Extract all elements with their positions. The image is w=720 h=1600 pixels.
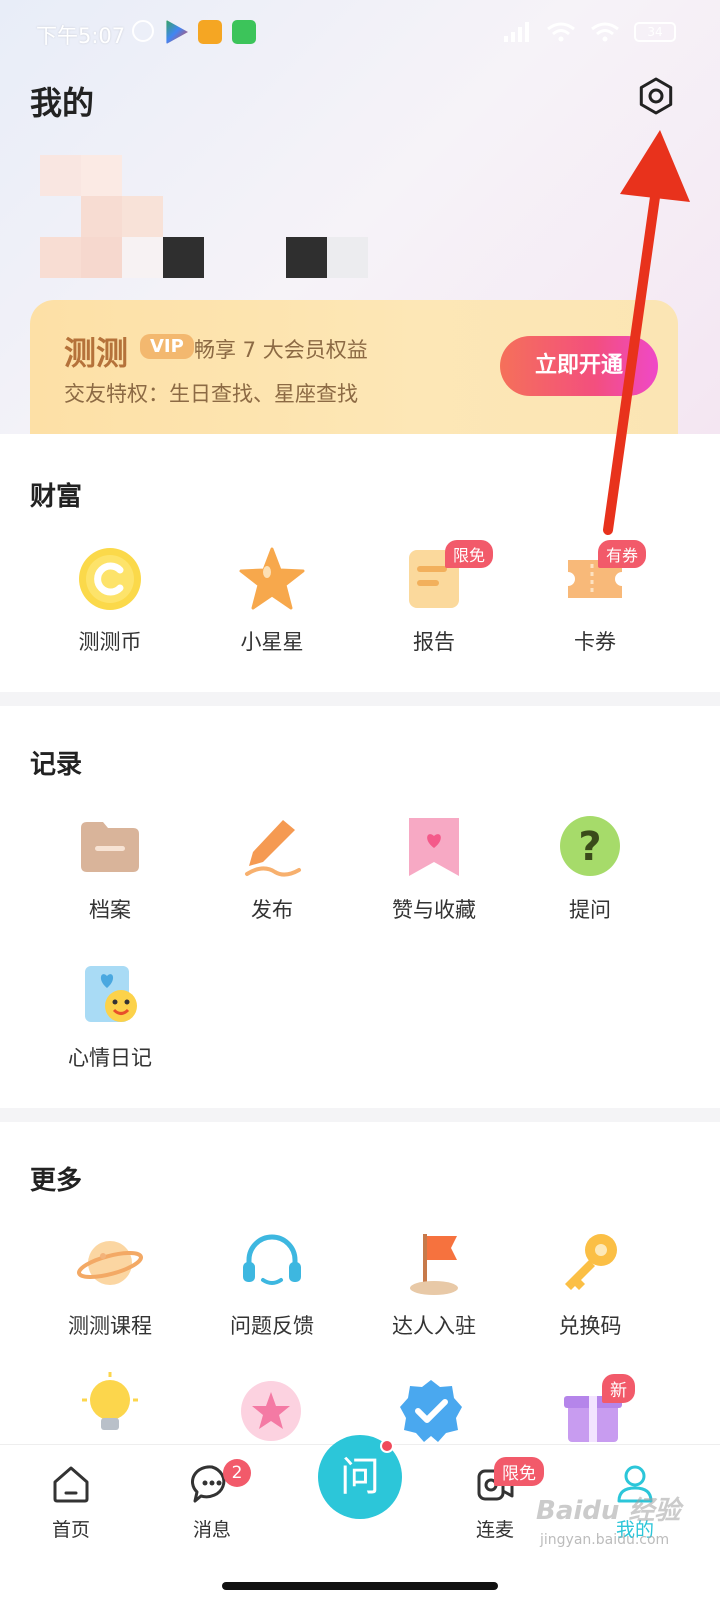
- folder-icon: [77, 814, 143, 880]
- pen-icon: [239, 814, 305, 880]
- bookmark-heart-icon: [401, 814, 467, 880]
- planet-icon: [77, 1230, 143, 1296]
- nav-voice-chat[interactable]: 限免 连麦: [450, 1457, 544, 1542]
- wealth-item-star[interactable]: 小星星: [187, 546, 357, 656]
- wealth-item-label: 测测币: [78, 630, 142, 654]
- wealth-item-label: 报告: [413, 630, 455, 654]
- cat-app-icon: [232, 20, 256, 44]
- records-item-label: 档案: [89, 898, 131, 922]
- home-indicator[interactable]: [222, 1582, 498, 1590]
- key-icon: [557, 1230, 623, 1296]
- ticket-badge: 有券: [598, 540, 647, 568]
- more-section: 更多 测测课程 问题反馈 达人入驻 兑换码 新: [0, 1122, 720, 1444]
- page-title: 我的: [30, 84, 95, 122]
- status-system-icons: 34: [502, 22, 676, 42]
- status-notification-icons: [132, 20, 256, 44]
- mute-icon: [132, 20, 154, 42]
- more-item-label: 达人入驻: [392, 1314, 476, 1338]
- signal-icon: [504, 22, 529, 42]
- battery-indicator: 34: [634, 22, 676, 42]
- question-icon: ?: [557, 814, 623, 880]
- wealth-item-label: 卡券: [574, 630, 616, 654]
- wealth-item-ticket[interactable]: 有券 卡券: [510, 540, 680, 656]
- records-item-diary[interactable]: 心情日记: [25, 962, 195, 1072]
- records-title: 记录: [30, 750, 83, 780]
- wifi-secondary-icon: [591, 22, 619, 42]
- vip-badge: VIP: [140, 334, 194, 359]
- records-section: 记录 档案 发布 赞与收藏 ? 提问 心情日记: [0, 706, 720, 1108]
- vip-brand: 测测: [64, 334, 129, 372]
- nav-label: 连麦: [475, 1519, 514, 1541]
- more-item-label: 测测课程: [68, 1314, 152, 1338]
- more-item-label: 兑换码: [558, 1314, 622, 1338]
- lightbulb-icon[interactable]: [77, 1372, 143, 1438]
- diary-icon: [77, 962, 143, 1028]
- star-icon: [239, 546, 305, 612]
- headset-icon: [239, 1230, 305, 1296]
- play-store-icon: [166, 20, 188, 44]
- records-item-label: 心情日记: [68, 1046, 152, 1070]
- vip-description: 畅享 7 大会员权益: [194, 338, 368, 362]
- vip-banner[interactable]: 测测 VIP 畅享 7 大会员权益 交友特权：生日查找、星座查找 立即开通: [30, 300, 678, 435]
- wealth-item-coin[interactable]: 测测币: [25, 546, 195, 656]
- wifi-icon: [547, 22, 575, 42]
- more-item-label: 问题反馈: [230, 1314, 314, 1338]
- nav-label: 消息: [192, 1519, 231, 1541]
- notes-app-icon: [198, 20, 222, 44]
- vip-subtitle: 交友特权：生日查找、星座查找: [64, 382, 358, 406]
- status-bar: 下午5:07 34: [0, 0, 720, 70]
- records-item-label: 发布: [251, 898, 293, 922]
- messages-badge: 2: [223, 1459, 251, 1487]
- coin-icon: [77, 546, 143, 612]
- wealth-title: 财富: [30, 482, 83, 512]
- verified-badge-icon[interactable]: [398, 1378, 464, 1444]
- more-title: 更多: [30, 1166, 83, 1196]
- nav-home[interactable]: 首页: [26, 1463, 116, 1542]
- records-item-question[interactable]: ? 提问: [505, 814, 675, 924]
- status-time: 下午5:07: [36, 24, 126, 48]
- new-badge: 新: [602, 1374, 635, 1403]
- records-item-likes[interactable]: 赞与收藏: [349, 814, 519, 924]
- pink-star-icon[interactable]: [238, 1378, 304, 1444]
- report-badge: 限免: [445, 540, 494, 568]
- more-item-course[interactable]: 测测课程: [25, 1230, 195, 1340]
- more-item-feedback[interactable]: 问题反馈: [187, 1230, 357, 1340]
- nav-label: 首页: [51, 1519, 90, 1541]
- more-item-expert[interactable]: 达人入驻: [349, 1230, 519, 1340]
- voice-chat-badge: 限免: [494, 1457, 544, 1486]
- ask-notification-dot: [380, 1439, 394, 1453]
- more-item-redeem[interactable]: 兑换码: [505, 1230, 675, 1340]
- settings-gear-icon[interactable]: [636, 76, 676, 116]
- nav-messages[interactable]: 2 消息: [167, 1459, 257, 1542]
- records-item-label: 提问: [569, 898, 611, 922]
- flag-icon: [401, 1230, 467, 1296]
- records-item-publish[interactable]: 发布: [187, 814, 357, 924]
- wealth-item-report[interactable]: 限免 报告: [349, 540, 519, 656]
- avatar-mosaic[interactable]: [40, 155, 370, 305]
- svg-text:?: ?: [578, 824, 601, 870]
- baidu-watermark-url: jingyan.baidu.com: [540, 1532, 670, 1548]
- red-arrow-annotation: [603, 130, 690, 535]
- baidu-watermark: Baidu 经验: [536, 1496, 681, 1526]
- records-item-label: 赞与收藏: [392, 898, 476, 922]
- wealth-item-label: 小星星: [240, 630, 304, 654]
- records-item-archive[interactable]: 档案: [25, 814, 195, 924]
- home-icon: [50, 1463, 92, 1505]
